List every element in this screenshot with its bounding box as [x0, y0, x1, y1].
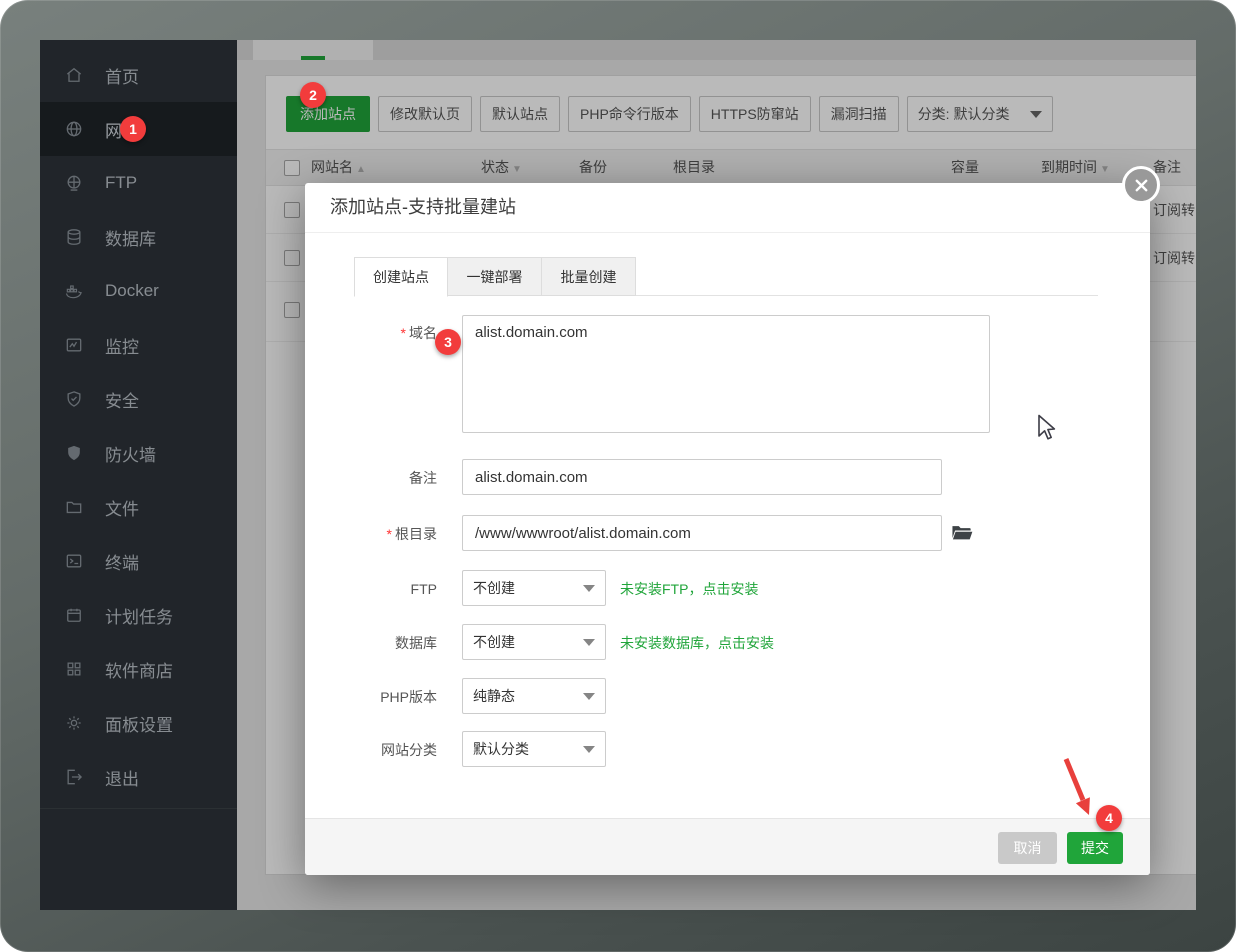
- ftp-install-link[interactable]: 未安装FTP，点击安装: [620, 579, 758, 599]
- rootdir-label: *根目录: [305, 524, 437, 544]
- php-version-value: 纯静态: [473, 686, 515, 706]
- php-version-select[interactable]: 纯静态: [462, 678, 606, 714]
- chevron-down-icon: [583, 693, 595, 700]
- annotation-arrow: [1040, 745, 1120, 830]
- db-select[interactable]: 不创建: [462, 624, 606, 660]
- site-category-label: 网站分类: [305, 740, 437, 760]
- annotation-badge-3: 3: [435, 329, 461, 355]
- mouse-cursor: [1036, 414, 1060, 442]
- domain-textarea[interactable]: alist.domain.com: [462, 315, 990, 433]
- modal-tabs: 创建站点 一键部署 批量创建: [354, 257, 1098, 296]
- ftp-select-value: 不创建: [473, 578, 515, 598]
- tab-one-click-deploy[interactable]: 一键部署: [448, 257, 542, 296]
- folder-open-icon[interactable]: [951, 523, 973, 543]
- cancel-button[interactable]: 取消: [998, 832, 1057, 864]
- php-version-label: PHP版本: [305, 687, 437, 707]
- submit-button[interactable]: 提交: [1067, 832, 1123, 864]
- ftp-label: FTP: [305, 579, 437, 599]
- chevron-down-icon: [583, 585, 595, 592]
- db-install-link[interactable]: 未安装数据库，点击安装: [620, 633, 774, 653]
- note-input[interactable]: [462, 459, 942, 495]
- db-select-value: 不创建: [473, 632, 515, 652]
- note-label: 备注: [305, 468, 437, 488]
- close-icon[interactable]: [1122, 166, 1160, 204]
- site-category-value: 默认分类: [473, 739, 529, 759]
- db-label: 数据库: [305, 633, 437, 653]
- modal-title: 添加站点-支持批量建站: [330, 183, 516, 232]
- tab-create-site[interactable]: 创建站点: [354, 257, 448, 297]
- annotation-badge-1: 1: [120, 116, 146, 142]
- modal-footer: 取消 提交: [305, 818, 1150, 875]
- chevron-down-icon: [583, 639, 595, 646]
- required-mark: *: [387, 526, 392, 542]
- annotation-badge-2: 2: [300, 82, 326, 108]
- ftp-select[interactable]: 不创建: [462, 570, 606, 606]
- domain-label: *域名: [305, 323, 437, 343]
- chevron-down-icon: [583, 746, 595, 753]
- rootdir-input[interactable]: [462, 515, 942, 551]
- site-category-select[interactable]: 默认分类: [462, 731, 606, 767]
- required-mark: *: [401, 325, 406, 341]
- add-site-modal: 添加站点-支持批量建站 创建站点 一键部署 批量创建 *域名 alist.dom…: [305, 183, 1150, 875]
- modal-header-divider: [305, 232, 1150, 233]
- tab-batch-create[interactable]: 批量创建: [542, 257, 636, 296]
